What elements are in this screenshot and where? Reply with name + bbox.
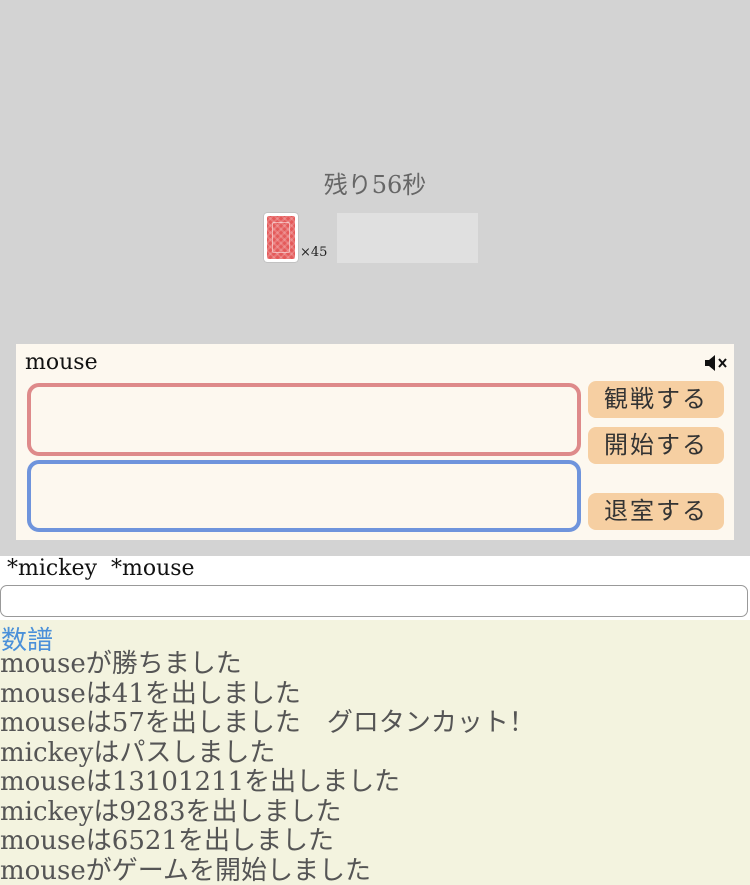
log-entry: mouseが勝ちました: [0, 649, 242, 679]
start-button[interactable]: 開始する: [588, 427, 724, 464]
countdown-timer: 残り56秒: [323, 171, 427, 199]
chat-input[interactable]: [0, 585, 748, 617]
log-entry: mickeyはパスしました: [0, 737, 276, 768]
players-list: *mickey *mouse: [7, 556, 195, 581]
log-entry: mouseは57を出しました グロタンカット！: [0, 708, 535, 738]
game-log: 数譜 mouseが勝ちました mouseは41を出しました mouseは57を出…: [0, 620, 750, 885]
player-panel: mouse 観戦する 開始する 退室する: [16, 344, 734, 540]
deck-card-back: [264, 213, 298, 262]
log-entry: mouseがゲームを開始しました: [0, 855, 372, 885]
field-card-slot: [337, 213, 478, 263]
deck-count: ×45: [300, 245, 328, 260]
speaker-muted-icon[interactable]: [704, 353, 728, 373]
watch-button[interactable]: 観戦する: [588, 381, 724, 418]
log-entry: mickeyは9283を出しました: [0, 796, 342, 827]
player-name: mouse: [25, 350, 98, 375]
log-list: mouseが勝ちました mouseは41を出しました mouseは57を出しまし…: [0, 649, 535, 885]
log-entry: mouseは6521を出しました: [0, 826, 334, 856]
log-entry: mouseは13101211を出しました: [0, 767, 401, 797]
player-hand-area[interactable]: [27, 460, 581, 532]
opponent-hand-area[interactable]: [27, 383, 581, 456]
log-entry: mouseは41を出しました: [0, 678, 301, 709]
game-area: 残り56秒 ×45 mouse 観戦する 開始する 退室する: [0, 0, 750, 556]
leave-room-button[interactable]: 退室する: [588, 493, 724, 530]
